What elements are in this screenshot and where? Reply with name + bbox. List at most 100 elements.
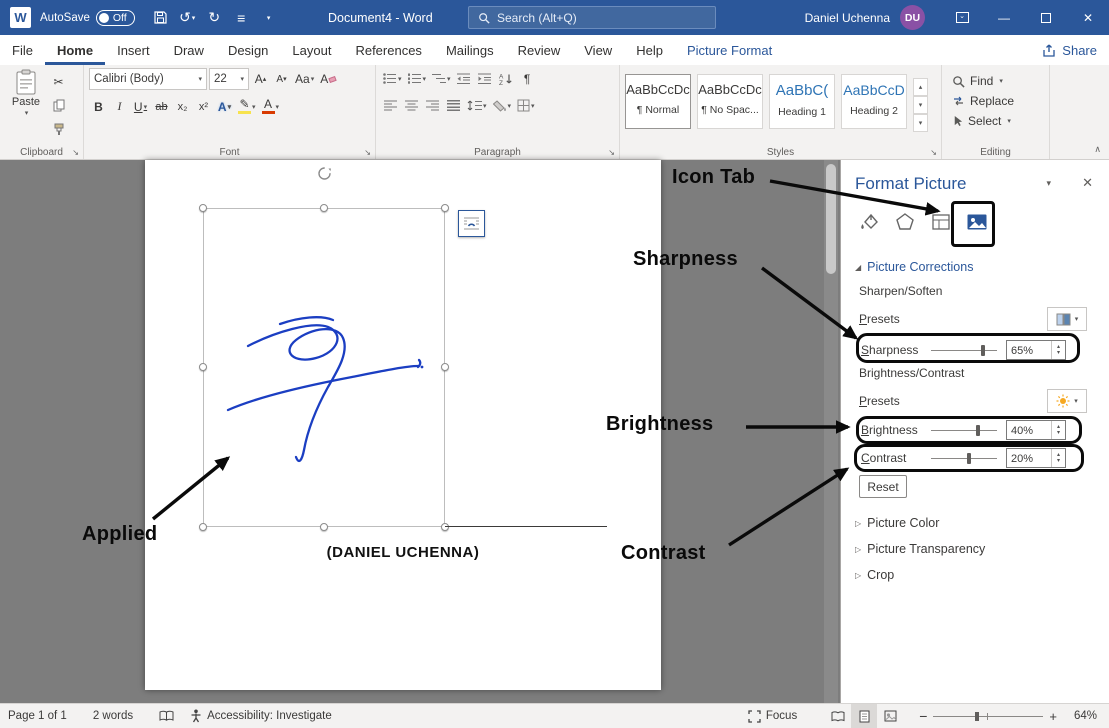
styles-scroll-down-icon[interactable]: ▾ xyxy=(913,96,928,114)
search-box[interactable]: Search (Alt+Q) xyxy=(468,6,716,29)
tab-mailings[interactable]: Mailings xyxy=(434,35,506,65)
bold-icon[interactable]: B xyxy=(89,96,108,117)
pane-options-dropdown-icon[interactable]: ▾ xyxy=(1046,178,1051,189)
line-spacing-icon[interactable]: ▾ xyxy=(465,95,489,116)
font-size-dropdown-icon[interactable]: ▾ xyxy=(240,75,244,83)
effects-tab-icon[interactable] xyxy=(889,204,921,240)
undo-dropdown-icon[interactable]: ▾ xyxy=(192,14,196,22)
font-name-select[interactable]: Calibri (Body)▾ xyxy=(89,68,207,90)
tab-review[interactable]: Review xyxy=(506,35,573,65)
section-picture-corrections[interactable]: ◢ Picture Corrections xyxy=(855,260,973,274)
paragraph-dialog-launcher-icon[interactable]: ↘ xyxy=(608,148,615,157)
accessibility-status[interactable]: Accessibility: Investigate xyxy=(190,709,332,723)
copy-icon[interactable] xyxy=(49,95,68,116)
style-heading-2[interactable]: AaBbCcD Heading 2 xyxy=(841,74,907,129)
section-picture-color[interactable]: ▷ Picture Color xyxy=(855,516,939,530)
tab-view[interactable]: View xyxy=(572,35,624,65)
increase-indent-icon[interactable] xyxy=(476,68,495,89)
minimize-button[interactable]: — xyxy=(983,0,1025,35)
text-effects-icon[interactable]: A▾ xyxy=(215,96,234,117)
tab-layout[interactable]: Layout xyxy=(280,35,343,65)
focus-button[interactable]: Focus xyxy=(748,710,797,723)
underline-icon[interactable]: U▾ xyxy=(131,96,150,117)
style-normal[interactable]: AaBbCcDc ¶ Normal xyxy=(625,74,691,129)
read-mode-icon[interactable] xyxy=(825,704,851,728)
resize-handle-bottom-center[interactable] xyxy=(320,523,328,531)
bullets-icon[interactable]: ▾ xyxy=(381,68,404,89)
clipboard-dialog-launcher-icon[interactable]: ↘ xyxy=(72,148,79,157)
rotate-handle[interactable] xyxy=(316,165,333,182)
style-heading-1[interactable]: AaBbC( Heading 1 xyxy=(769,74,835,129)
clear-formatting-icon[interactable]: A xyxy=(318,69,338,90)
web-layout-icon[interactable] xyxy=(877,704,903,728)
tab-picture-format[interactable]: Picture Format xyxy=(675,35,784,65)
close-button[interactable]: ✕ xyxy=(1067,0,1109,35)
find-button[interactable]: Find ▾ xyxy=(942,71,1049,91)
resize-handle-bottom-left[interactable] xyxy=(199,523,207,531)
autosave-toggle[interactable]: Off xyxy=(96,10,135,26)
ribbon-display-options-icon[interactable]: ⌄ xyxy=(941,0,983,35)
layout-options-button[interactable] xyxy=(458,210,485,237)
numbering-icon[interactable]: ▾ xyxy=(406,68,429,89)
tab-insert[interactable]: Insert xyxy=(105,35,162,65)
styles-gallery-more-icon[interactable]: ▾ xyxy=(913,114,928,132)
resize-handle-bottom-right[interactable] xyxy=(441,523,449,531)
highlight-color-icon[interactable]: ✎▾ xyxy=(236,96,258,117)
signature-image[interactable] xyxy=(220,300,480,480)
customize-quick-access-icon[interactable]: ▾ xyxy=(255,0,282,35)
align-right-icon[interactable] xyxy=(423,95,442,116)
tab-references[interactable]: References xyxy=(343,35,433,65)
italic-icon[interactable]: I xyxy=(110,96,129,117)
style-no-spacing[interactable]: AaBbCcDc ¶ No Spac... xyxy=(697,74,763,129)
collapse-ribbon-icon[interactable]: ∧ xyxy=(1094,144,1101,155)
styles-gallery-scrollbar[interactable]: ▴ ▾ ▾ xyxy=(913,78,928,132)
strikethrough-icon[interactable]: ab xyxy=(152,96,171,117)
section-crop[interactable]: ▷ Crop xyxy=(855,568,894,582)
superscript-icon[interactable]: x² xyxy=(194,96,213,117)
resize-handle-middle-right[interactable] xyxy=(441,363,449,371)
word-count[interactable]: 2 words xyxy=(93,710,133,722)
tab-file[interactable]: File xyxy=(0,35,45,65)
fill-line-tab-icon[interactable] xyxy=(853,204,885,240)
subscript-icon[interactable]: x₂ xyxy=(173,96,192,117)
styles-scroll-up-icon[interactable]: ▴ xyxy=(913,78,928,96)
tab-design[interactable]: Design xyxy=(216,35,280,65)
zoom-slider-thumb[interactable] xyxy=(975,712,979,721)
zoom-level[interactable]: 64% xyxy=(1057,710,1097,722)
section-picture-transparency[interactable]: ▷ Picture Transparency xyxy=(855,542,985,556)
sharpen-presets-button[interactable]: ▾ xyxy=(1047,307,1087,331)
resize-handle-top-center[interactable] xyxy=(320,204,328,212)
resize-handle-top-right[interactable] xyxy=(441,204,449,212)
align-center-icon[interactable] xyxy=(402,95,421,116)
autosave-control[interactable]: AutoSave Off xyxy=(40,10,135,26)
avatar[interactable]: DU xyxy=(900,5,925,30)
tab-home[interactable]: Home xyxy=(45,35,105,65)
cut-icon[interactable]: ✂ xyxy=(49,71,68,92)
pane-close-icon[interactable]: ✕ xyxy=(1082,175,1093,191)
print-layout-icon[interactable] xyxy=(851,704,877,728)
format-painter-icon[interactable] xyxy=(49,119,68,140)
select-button[interactable]: Select ▾ xyxy=(942,111,1049,131)
borders-icon[interactable]: ▾ xyxy=(515,95,537,116)
proofing-icon[interactable] xyxy=(159,710,174,722)
font-size-select[interactable]: 22▾ xyxy=(209,68,249,90)
replace-button[interactable]: Replace xyxy=(942,91,1049,111)
sort-icon[interactable]: AZ xyxy=(497,68,516,89)
share-button[interactable]: Share xyxy=(1042,35,1097,65)
document-page[interactable]: (DANIEL UCHENNA) xyxy=(145,160,661,690)
paste-button[interactable]: Paste ▾ xyxy=(6,69,46,140)
zoom-in-icon[interactable]: + xyxy=(1049,709,1057,724)
shading-icon[interactable]: ▾ xyxy=(491,95,514,116)
styles-dialog-launcher-icon[interactable]: ↘ xyxy=(930,148,937,157)
grow-font-icon[interactable]: A▴ xyxy=(251,69,270,90)
undo-icon[interactable]: ↺▾ xyxy=(174,0,201,35)
reset-button[interactable]: Reset xyxy=(859,475,907,498)
font-dialog-launcher-icon[interactable]: ↘ xyxy=(364,148,371,157)
tab-draw[interactable]: Draw xyxy=(162,35,216,65)
tab-help[interactable]: Help xyxy=(624,35,675,65)
redo-icon[interactable]: ↻ xyxy=(201,0,228,35)
align-left-icon[interactable] xyxy=(381,95,400,116)
paste-dropdown-icon[interactable]: ▾ xyxy=(25,109,29,117)
resize-handle-top-left[interactable] xyxy=(199,204,207,212)
font-name-dropdown-icon[interactable]: ▾ xyxy=(198,75,202,83)
